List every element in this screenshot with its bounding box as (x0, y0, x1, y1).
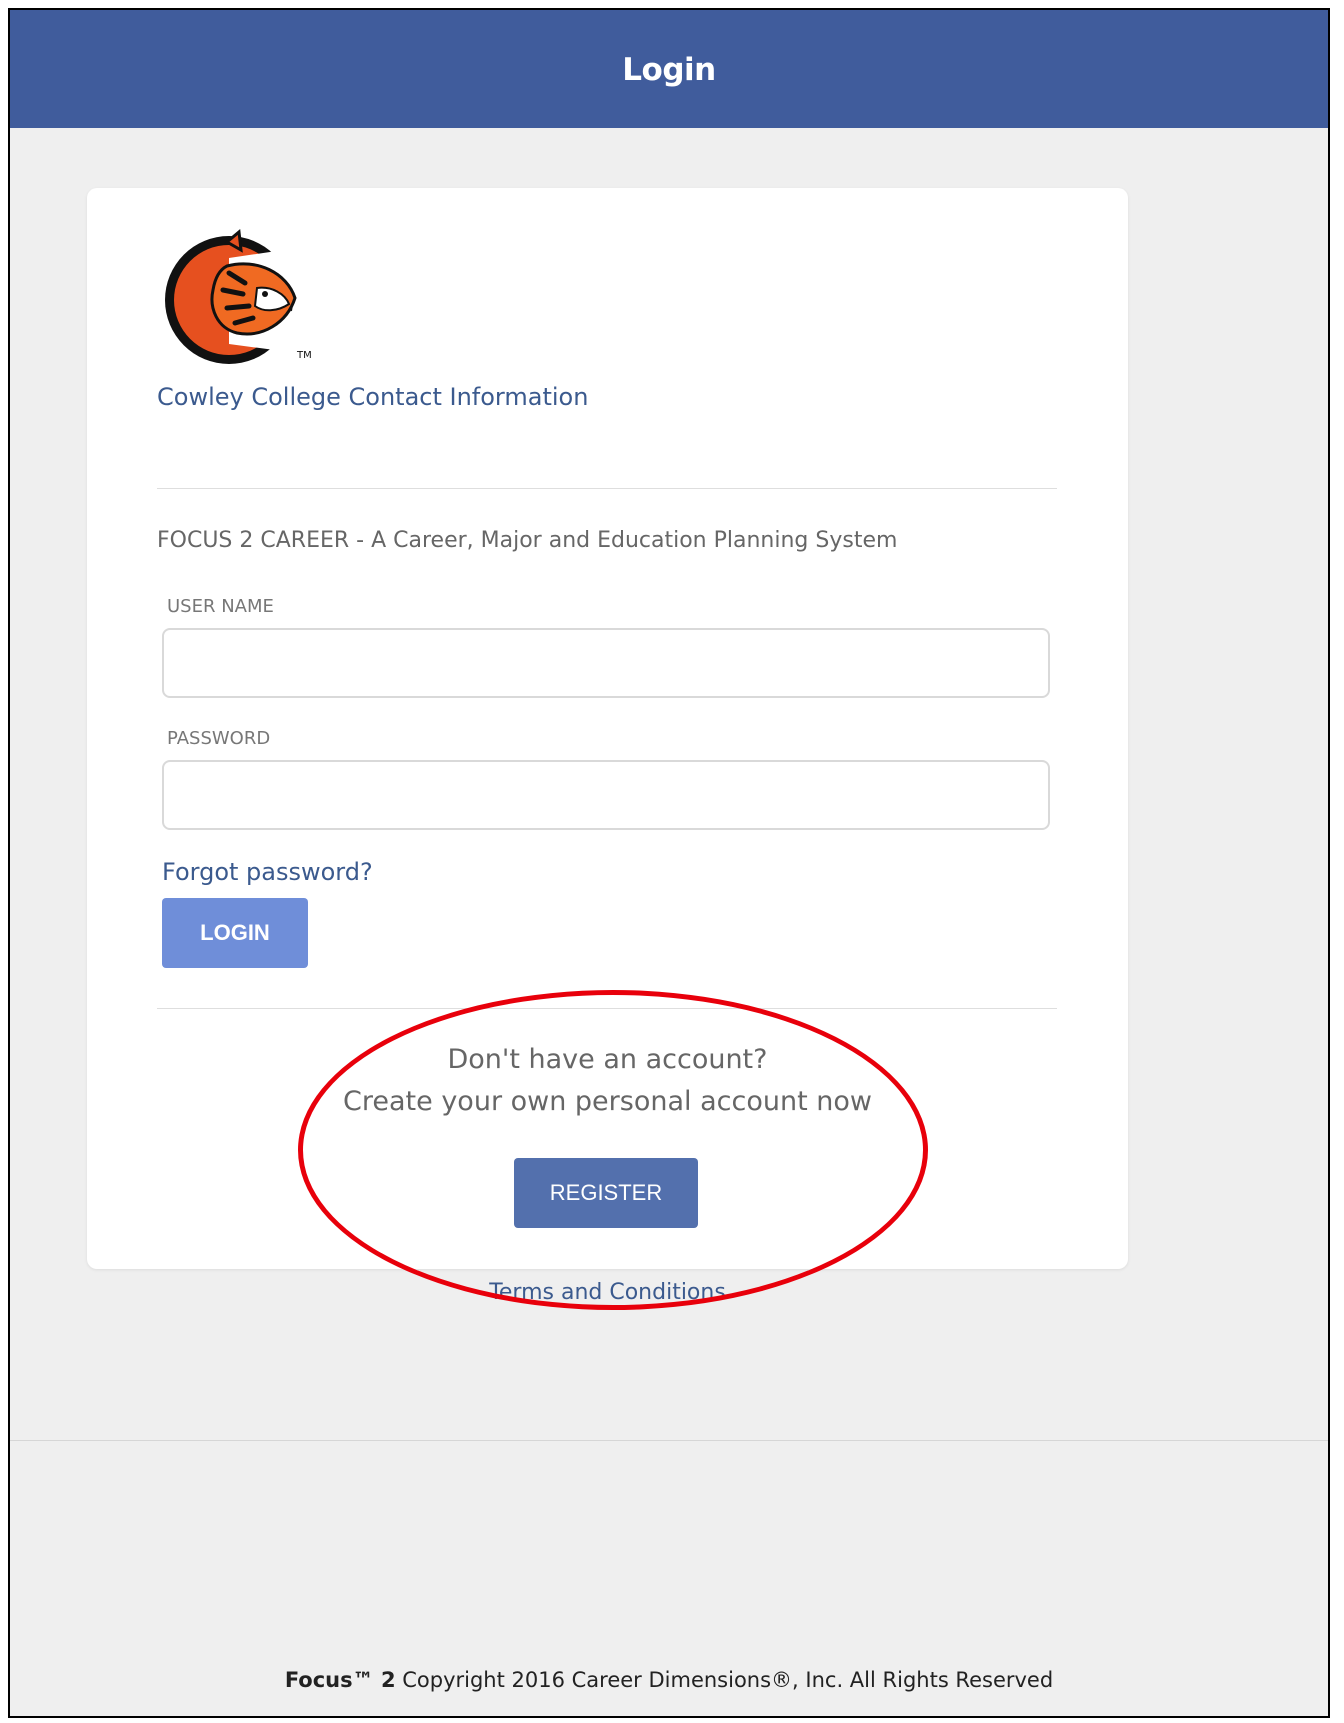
register-button[interactable]: REGISTER (514, 1158, 698, 1228)
contact-information-link[interactable]: Cowley College Contact Information (157, 383, 588, 411)
login-button[interactable]: LOGIN (162, 898, 308, 968)
forgot-password-link[interactable]: Forgot password? (162, 858, 373, 886)
cowley-tiger-logo: TM (157, 228, 317, 368)
username-label: USER NAME (167, 596, 274, 617)
divider-top (157, 488, 1057, 489)
page-title: Login (622, 52, 716, 88)
page-header: Login (10, 10, 1328, 128)
svg-text:TM: TM (296, 350, 312, 361)
footer-divider (10, 1440, 1328, 1441)
terms-and-conditions-link[interactable]: Terms and Conditions (87, 1280, 1128, 1305)
footer-copyright: Copyright 2016 Career Dimensions®, Inc. … (395, 1668, 1054, 1692)
password-label: PASSWORD (167, 728, 271, 749)
login-card: TM Cowley College Contact Information FO… (87, 188, 1128, 1305)
username-input[interactable] (162, 628, 1050, 698)
footer-brand: Focus™ 2 (284, 1668, 396, 1692)
register-prompt-description: Create your own personal account now (343, 1086, 872, 1117)
password-input[interactable] (162, 760, 1050, 830)
page-frame: Login TM Cowley College Contact Informat… (8, 8, 1330, 1718)
product-tagline: FOCUS 2 CAREER - A Career, Major and Edu… (157, 528, 898, 553)
divider-bottom (157, 1008, 1057, 1009)
page-footer: Focus™ 2 Copyright 2016 Career Dimension… (10, 1668, 1328, 1692)
register-prompt-question: Don't have an account? (447, 1044, 768, 1075)
